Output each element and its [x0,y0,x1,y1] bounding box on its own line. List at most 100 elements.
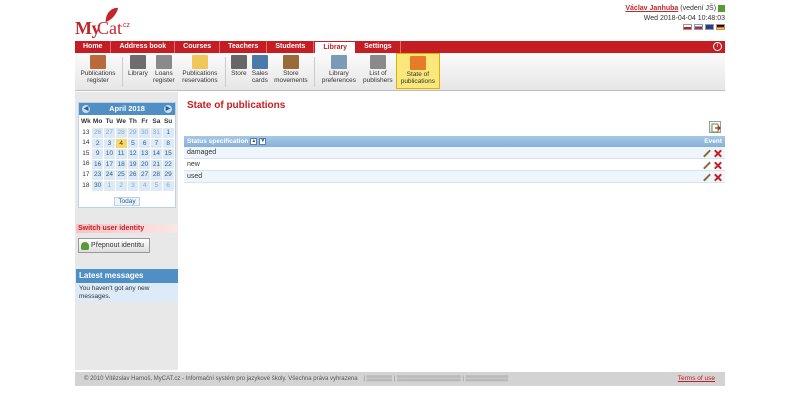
toolbar-loans-register[interactable]: Loans register [150,53,178,84]
calendar-day[interactable]: 26 [92,128,103,138]
calendar-day[interactable]: 4 [115,138,127,149]
calendar-day[interactable]: 22 [162,159,174,170]
calendar-day[interactable]: 8 [162,138,174,149]
tab-home[interactable]: Home [75,41,112,53]
column-status-specification[interactable]: Status specification [187,138,248,145]
terms-of-use-link[interactable]: Terms of use [678,372,715,386]
calendar-day[interactable]: 3 [104,138,115,149]
calendar-day[interactable]: 16 [92,159,103,170]
status-name: damaged [187,149,217,156]
tab-teachers[interactable]: Teachers [220,41,268,53]
calendar-day[interactable]: 17 [104,159,115,170]
calendar-day[interactable]: 4 [139,181,150,191]
tab-courses[interactable]: Courses [175,41,221,53]
toolbar-state-of-publications[interactable]: State of publications [395,53,440,89]
tab-library[interactable]: Library [314,41,357,53]
calendar-day[interactable]: 28 [151,170,162,181]
czech-flag-icon[interactable] [683,24,692,30]
calendar-day[interactable]: 30 [139,128,150,138]
user-info: Václav Janhuba (vedení JŠ) Wed 2018-04-0… [625,4,725,24]
calendar-day[interactable]: 9 [92,149,103,159]
edit-icon[interactable] [703,173,711,181]
calendar-day[interactable]: 5 [127,138,139,149]
calendar-day[interactable]: 25 [115,170,127,181]
calendar-day[interactable]: 12 [127,149,139,159]
german-flag-icon[interactable] [716,24,725,30]
delete-icon[interactable] [714,149,722,157]
user-name-link[interactable]: Václav Janhuba [625,5,678,12]
calendar-day[interactable]: 15 [162,149,174,159]
edit-icon[interactable] [703,149,711,157]
row-actions [703,161,722,169]
status-name: new [187,161,200,168]
calendar-day[interactable]: 1 [162,128,174,138]
calendar-day[interactable]: 13 [139,149,150,159]
calendar-day[interactable]: 18 [115,159,127,170]
calendar-day[interactable]: 23 [92,170,103,181]
toolbar-label: Publications reservations [182,70,218,84]
toolbar-library[interactable]: Library [126,53,150,77]
calendar-day[interactable]: 26 [127,170,139,181]
toolbar-sales-cards[interactable]: Sales cards [249,53,271,84]
calendar-day[interactable]: 30 [92,181,103,191]
tab-students[interactable]: Students [267,41,315,53]
toolbar-list-of-publishers[interactable]: List of publishers [360,53,396,84]
footer: © 2010 Vítězslav Harnoš, MyCAT.cz - Info… [75,372,725,386]
calendar-day[interactable]: 27 [104,128,115,138]
toolbar-library-preferences[interactable]: Library preferences [318,53,360,84]
calendar-day[interactable]: 7 [151,138,162,149]
mycat-logo[interactable]: My Cat .cz [75,4,135,40]
calendar-day[interactable]: 28 [115,128,127,138]
calendar-day[interactable]: 14 [151,149,162,159]
calendar-week-number: 15 [82,149,90,157]
calendar-day[interactable]: 10 [104,149,115,159]
switch-identity-button[interactable]: Přepnout identitu [78,238,150,253]
calendar-day[interactable]: 2 [115,181,127,191]
calendar-day[interactable]: 21 [151,159,162,170]
row-actions [703,173,722,181]
toolbar-store-movements[interactable]: Store movements [271,53,311,84]
logout-icon[interactable] [718,4,725,12]
calendar-day[interactable]: 5 [151,181,162,191]
english-flag-icon[interactable] [705,24,714,30]
chevron-right-icon[interactable]: ▶ [164,105,172,113]
calendar-day[interactable]: 27 [139,170,150,181]
sort-desc-icon[interactable]: ▼ [259,138,267,145]
delete-icon[interactable] [714,161,722,169]
calendar-day[interactable]: 29 [162,170,174,181]
edit-icon[interactable] [703,161,711,169]
export-button[interactable] [709,121,721,133]
calendar-day[interactable]: 29 [127,128,139,138]
user-switch-icon [81,242,89,250]
calendar-day[interactable]: 31 [151,128,162,138]
delete-icon[interactable] [714,173,722,181]
chevron-left-icon[interactable]: ◀ [82,105,90,113]
toolbar-store[interactable]: Store [229,53,249,77]
latest-messages-title: Latest messages [76,269,178,283]
toolbar-label: Publications register [80,70,116,84]
calendar-day[interactable]: 24 [104,170,115,181]
info-icon[interactable]: i [713,42,722,51]
table-header: Status specification ▲ ▼ Event [184,136,725,147]
calendar-day[interactable]: 3 [127,181,139,191]
toolbar-publications-register[interactable]: Publications register [77,53,119,84]
sort-asc-icon[interactable]: ▲ [250,138,258,145]
logo-cz: .cz [121,22,130,29]
calendar-week-number: 18 [82,181,90,189]
calendar-day[interactable]: 11 [115,149,127,159]
calendar-day[interactable]: 20 [139,159,150,170]
calendar-day[interactable]: 1 [104,181,115,191]
tab-address-book[interactable]: Address book [111,41,176,53]
slovak-flag-icon[interactable] [694,24,703,30]
calendar-day-header: Tu [105,118,114,125]
sidebar: ◀ April 2018 ▶ Wk Mo Tu We Th Fr Sa Su 13 26 27 28 2… [75,92,178,370]
toolbar-publications-reservations[interactable]: Publications reservations [178,53,222,84]
tab-settings[interactable]: Settings [356,41,401,53]
preferences-icon [330,55,347,69]
calendar-day[interactable]: 6 [162,181,174,191]
calendar-day[interactable]: 6 [139,138,150,149]
calendar-day[interactable]: 2 [92,138,103,149]
calendar-day[interactable]: 19 [127,159,139,170]
calendar-today-button[interactable]: Today [114,197,140,207]
toolbar-label: State of publications [400,71,436,85]
